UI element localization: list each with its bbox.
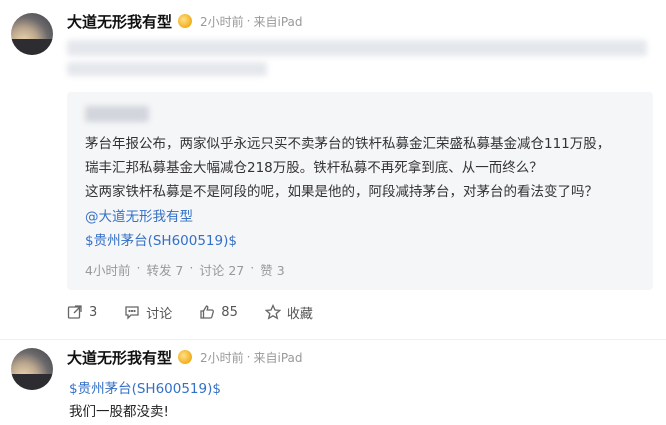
favorite-button[interactable]: 收藏 xyxy=(264,303,313,322)
post-time[interactable]: 2小时前 xyxy=(200,13,244,30)
user-mention-link[interactable]: @大道无形我有型 xyxy=(85,205,193,225)
post-header: 大道无形我有型 2小时前 · 来自iPad xyxy=(67,11,303,31)
stock-tag-link[interactable]: $贵州茅台(SH600519)$ xyxy=(85,229,237,249)
post-1: 大道无形我有型 2小时前 · 来自iPad 茅台年报公布，两家似乎永远只买不卖茅… xyxy=(0,0,666,340)
meta-separator: · xyxy=(250,260,255,275)
meta-separator: · xyxy=(136,260,141,275)
repost-button[interactable]: 3 xyxy=(67,304,97,320)
post-time[interactable]: 2小时前 xyxy=(200,349,244,366)
username[interactable]: 大道无形我有型 xyxy=(67,347,172,368)
quote-meta: 4小时前 · 转发 7 · 讨论 27 · 赞 3 xyxy=(85,260,285,279)
blurred-post-text xyxy=(67,62,267,76)
repost-count: 3 xyxy=(89,304,98,320)
quote-time: 4小时前 xyxy=(85,263,131,278)
post-source: 来自iPad xyxy=(253,14,303,29)
vip-badge-icon xyxy=(178,350,193,364)
stock-tag-link[interactable]: $贵州茅台(SH600519)$ xyxy=(69,377,221,397)
quote-line: 茅台年报公布，两家似乎永远只买不卖茅台的铁杆私募金汇荣盛私募基金减仓111万股， xyxy=(85,136,611,152)
quote-likes: 赞 3 xyxy=(260,263,285,278)
quoted-post[interactable]: 茅台年报公布，两家似乎永远只买不卖茅台的铁杆私募金汇荣盛私募基金减仓111万股，… xyxy=(67,92,653,290)
quote-line: 这两家铁杆私募是不是阿段的呢，如果是他的，阿段减持茅台，对茅台的看法变了吗？ xyxy=(85,184,598,200)
blurred-quote-author xyxy=(85,106,149,122)
username[interactable]: 大道无形我有型 xyxy=(67,11,172,32)
comment-button[interactable]: 讨论 xyxy=(124,303,172,322)
post-2: 大道无形我有型 2小时前 · 来自iPad $贵州茅台(SH600519)$ 我… xyxy=(0,340,666,425)
quote-reposts: 转发 7 xyxy=(146,263,184,278)
avatar[interactable] xyxy=(11,348,53,390)
star-icon xyxy=(264,304,281,320)
meta-separator: · xyxy=(246,350,251,364)
comment-label: 讨论 xyxy=(146,306,173,322)
meta-separator: · xyxy=(189,260,194,275)
avatar[interactable] xyxy=(11,13,53,55)
repost-icon xyxy=(67,305,82,319)
like-count: 85 xyxy=(221,304,238,320)
favorite-label: 收藏 xyxy=(286,306,313,322)
post-text: 我们一股都没卖! xyxy=(69,404,169,420)
vip-badge-icon xyxy=(178,14,193,28)
meta-separator: · xyxy=(246,14,251,28)
quote-comments: 讨论 27 xyxy=(199,263,245,278)
like-button[interactable]: 85 xyxy=(199,304,238,320)
quote-text: 茅台年报公布，两家似乎永远只买不卖茅台的铁杆私募金汇荣盛私募基金减仓111万股，… xyxy=(85,132,640,204)
post-actions: 3 讨论 85 收藏 xyxy=(67,302,340,322)
quote-line: 瑞丰汇邦私募基金大幅减仓218万股。铁杆私募不再死拿到底、从一而终么？ xyxy=(85,160,543,176)
post-header: 大道无形我有型 2小时前 · 来自iPad xyxy=(67,347,303,367)
blurred-post-text xyxy=(67,40,647,56)
thumbs-up-icon xyxy=(200,305,215,319)
post-source: 来自iPad xyxy=(253,350,303,365)
comment-icon xyxy=(125,306,139,320)
